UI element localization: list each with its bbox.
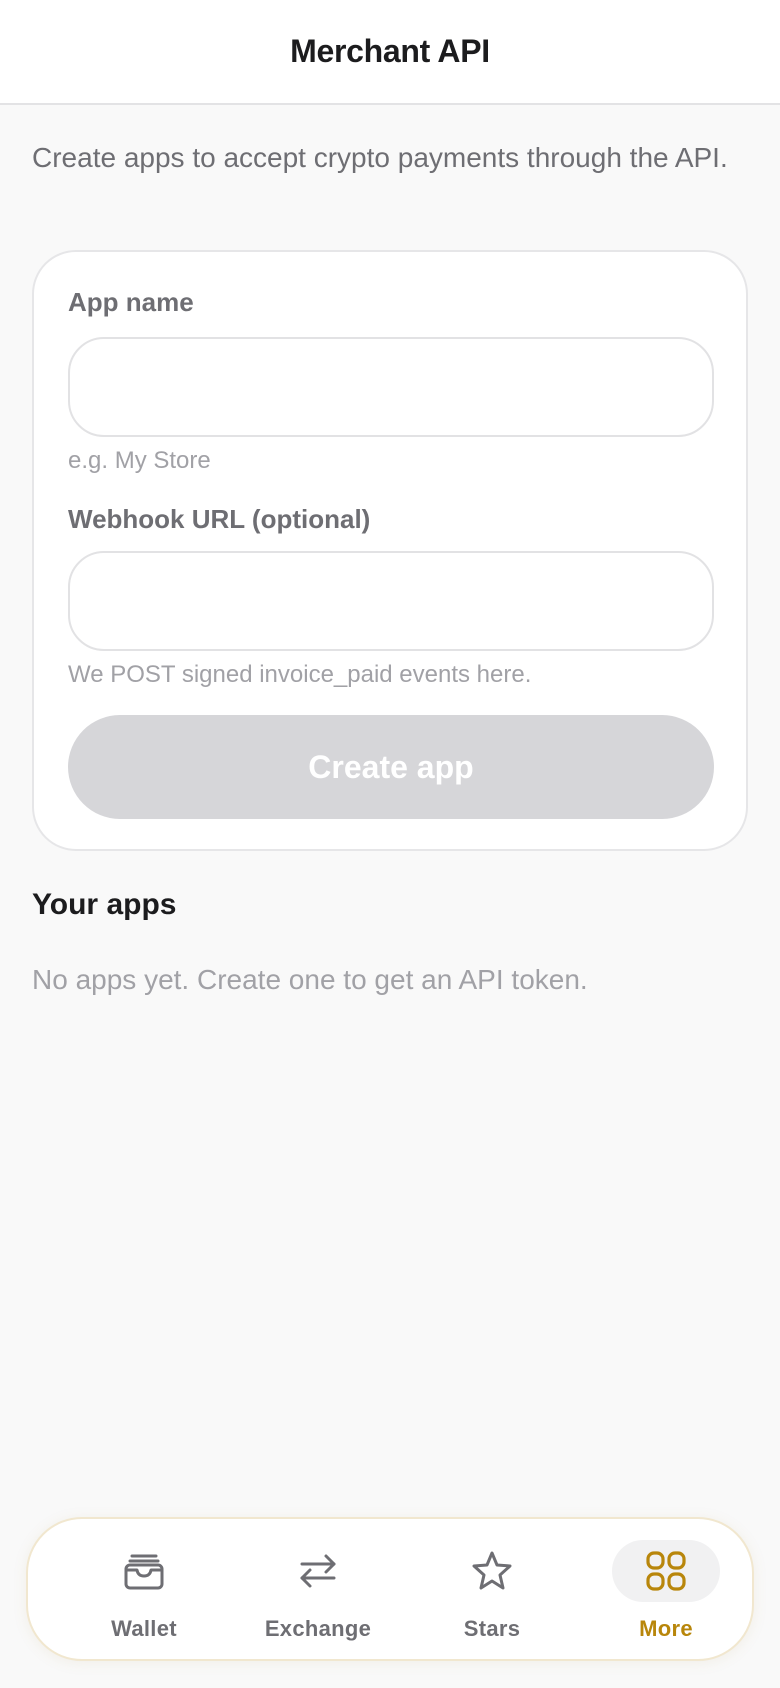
star-icon bbox=[438, 1540, 546, 1602]
tab-wallet[interactable]: Wallet bbox=[57, 1519, 231, 1663]
tab-wallet-label: Wallet bbox=[111, 1616, 177, 1641]
exchange-icon bbox=[264, 1540, 372, 1602]
tab-stars-label: Stars bbox=[463, 1616, 521, 1641]
create-app-button[interactable]: Create app bbox=[68, 715, 714, 819]
webhook-url-label: Webhook URL (optional) bbox=[68, 504, 371, 534]
webhook-url-input[interactable] bbox=[68, 551, 714, 651]
tab-stars[interactable]: Stars bbox=[405, 1519, 579, 1663]
webhook-url-hint: We POST signed invoice_paid events here. bbox=[68, 661, 532, 688]
tab-exchange[interactable]: Exchange bbox=[231, 1519, 405, 1663]
grid-icon bbox=[612, 1540, 720, 1602]
bottom-tab-bar: Wallet Exchange Stars More bbox=[26, 1517, 754, 1661]
your-apps-heading: Your apps bbox=[32, 888, 177, 921]
app-name-label: App name bbox=[68, 287, 194, 317]
top-bar: Merchant API bbox=[0, 0, 780, 105]
create-app-card: App name e.g. My Store Webhook URL (opti… bbox=[32, 250, 748, 851]
app-name-hint: e.g. My Store bbox=[68, 447, 211, 474]
intro-text: Create apps to accept crypto payments th… bbox=[32, 142, 728, 173]
wallet-icon bbox=[90, 1540, 198, 1602]
tab-more[interactable]: More bbox=[579, 1519, 753, 1663]
tab-exchange-label: Exchange bbox=[264, 1616, 372, 1641]
tab-more-label: More bbox=[639, 1616, 693, 1641]
empty-apps-text: No apps yet. Create one to get an API to… bbox=[32, 964, 588, 995]
page-title: Merchant API bbox=[290, 33, 490, 69]
app-name-input[interactable] bbox=[68, 337, 714, 437]
